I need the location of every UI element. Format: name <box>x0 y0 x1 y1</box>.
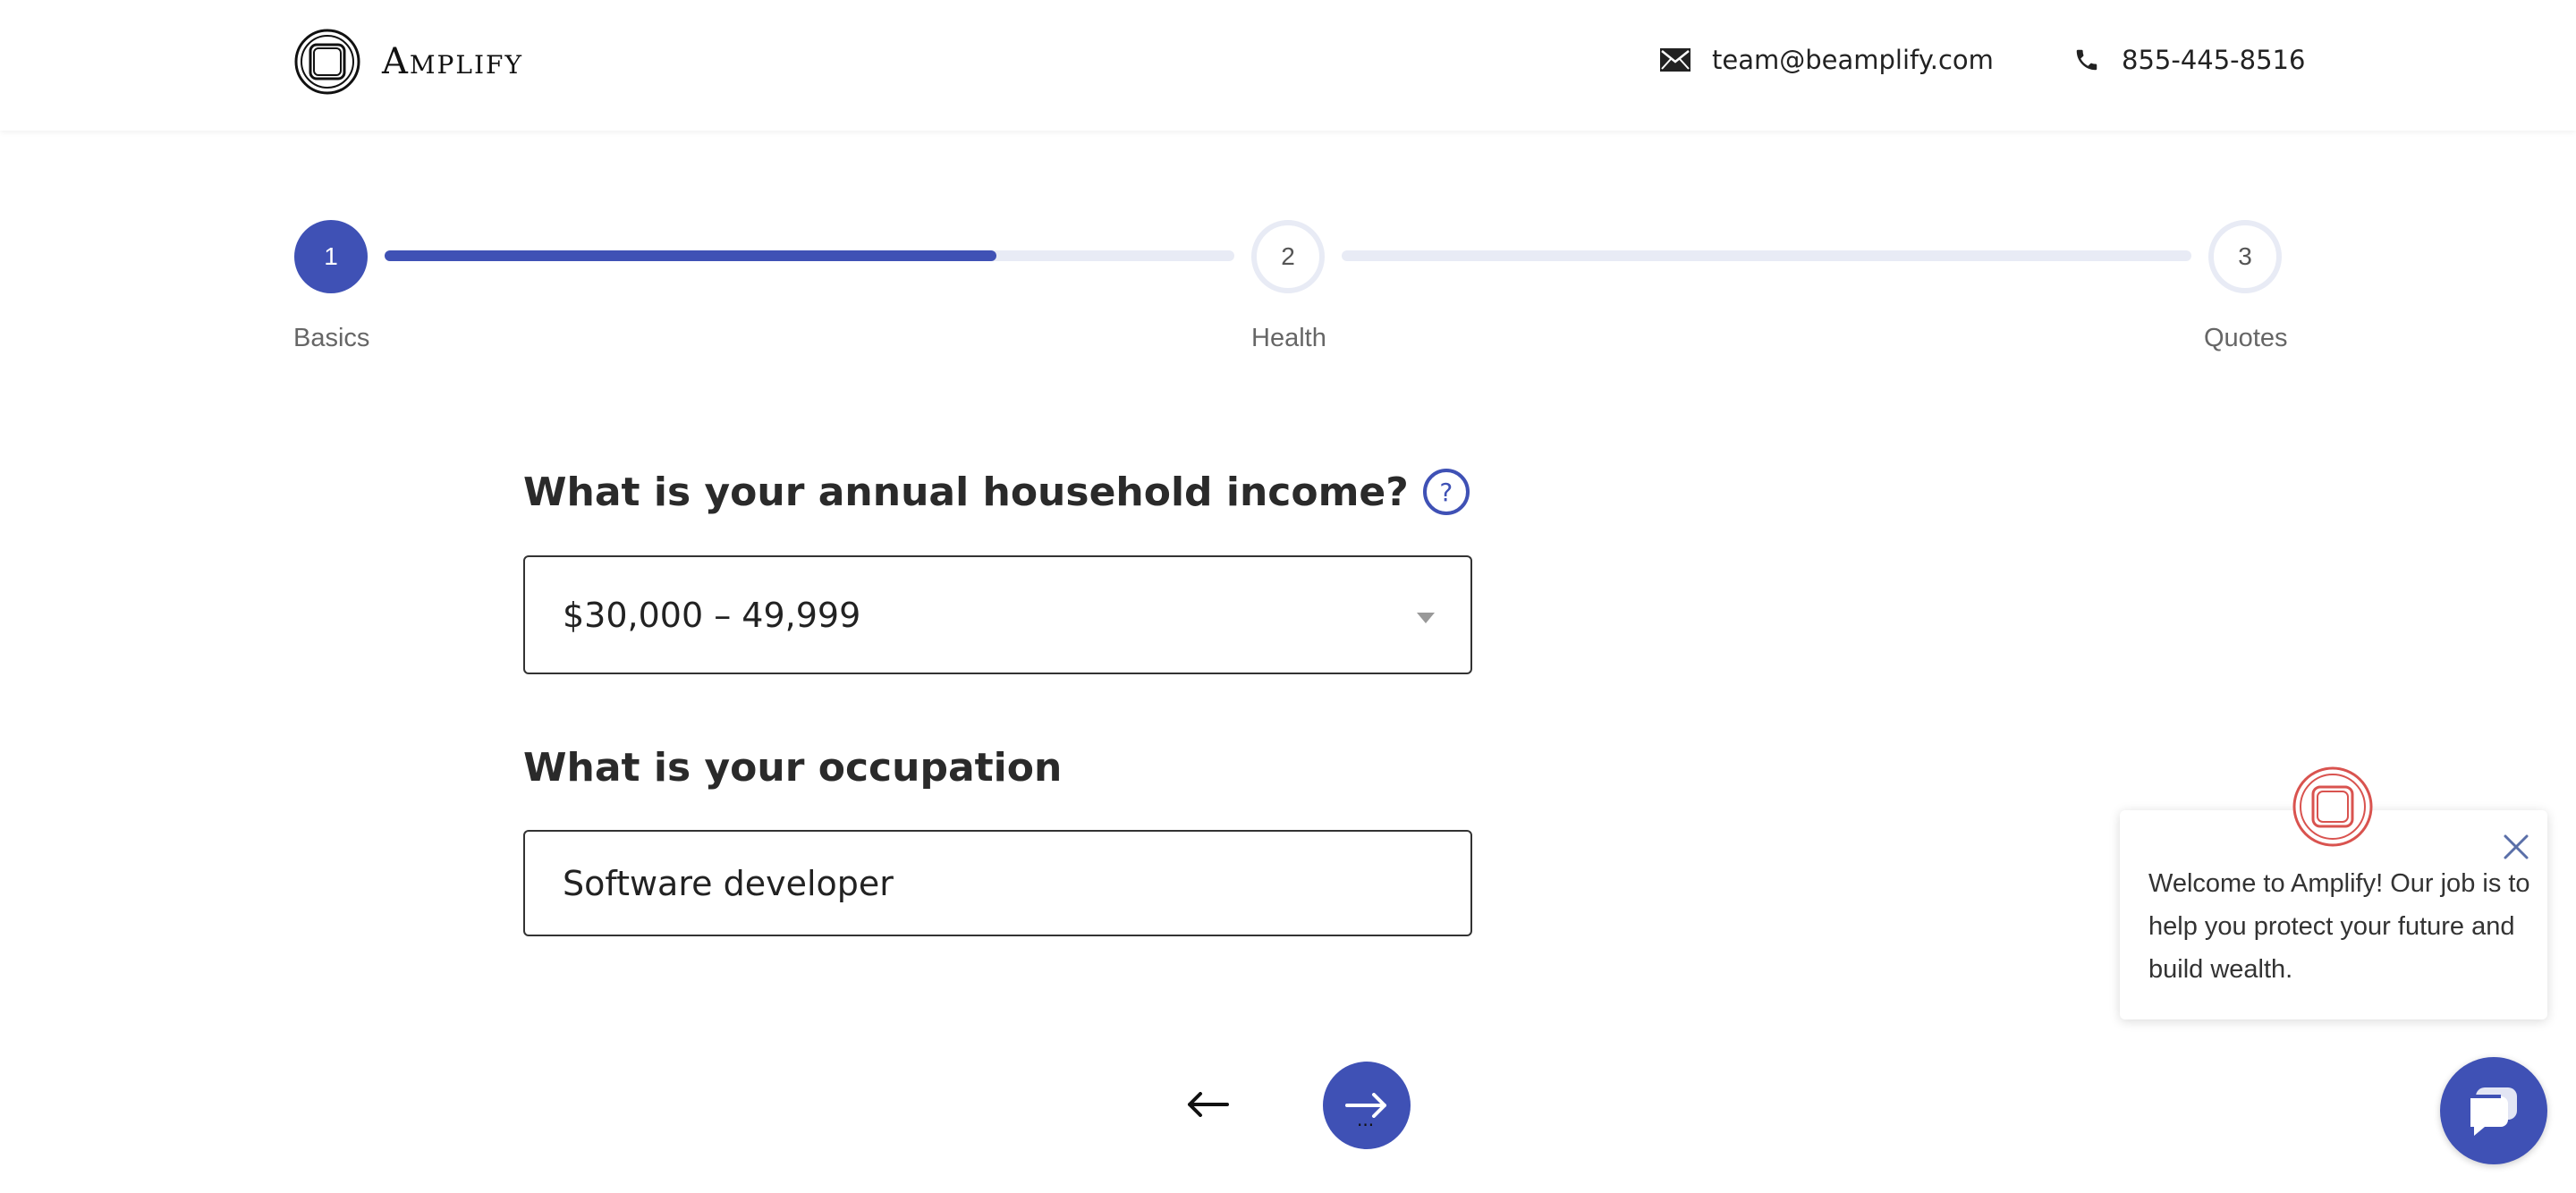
help-icon[interactable]: ? <box>1422 469 1470 515</box>
income-question: What is your annual household income? ? <box>523 469 1470 515</box>
step-2-label: Health <box>1251 324 1326 352</box>
income-select[interactable]: $30,000 – 49,999 <box>523 555 1472 674</box>
occupation-input-value: Software developer <box>563 863 894 903</box>
site-header: Amplify team@beamplify.com 855-445-8516 <box>0 0 2576 131</box>
income-selected-value: $30,000 – 49,999 <box>563 595 861 635</box>
arrow-left-icon <box>1188 1092 1229 1117</box>
help-icon-glyph: ? <box>1439 477 1453 507</box>
step-3-label: Quotes <box>2204 324 2288 352</box>
chat-avatar-logo-icon <box>2292 766 2373 847</box>
close-icon[interactable] <box>2503 833 2529 860</box>
brand-logo[interactable]: Amplify <box>294 29 523 95</box>
phone-icon <box>2076 49 2097 71</box>
chevron-down-icon <box>1417 613 1435 623</box>
chat-launcher-button[interactable] <box>2440 1057 2547 1164</box>
step-1-label: Basics <box>293 324 370 352</box>
contact-phone[interactable]: 855-445-8516 <box>2073 45 2305 75</box>
step-3-circle[interactable]: 3 <box>2208 220 2282 293</box>
progress-track-1 <box>385 250 1234 261</box>
back-button[interactable] <box>1181 1078 1234 1131</box>
email-address: team@beamplify.com <box>1712 45 1994 75</box>
occupation-input[interactable]: Software developer <box>523 830 1472 936</box>
occupation-question: What is your occupation <box>523 745 1062 791</box>
progress-track-2 <box>1342 250 2191 261</box>
phone-number: 855-445-8516 <box>2122 45 2306 75</box>
step-2-circle[interactable]: 2 <box>1251 220 1325 293</box>
step-1-circle[interactable]: 1 <box>294 220 368 293</box>
step-2-number: 2 <box>1281 242 1295 270</box>
chat-welcome-message: Welcome to Amplify! Our job is to help y… <box>2148 869 2530 984</box>
chat-bubble-icon <box>2467 1087 2517 1136</box>
amplify-logo-icon <box>294 29 360 95</box>
loading-indicator: ... <box>1357 1109 1375 1130</box>
envelope-icon <box>1660 48 1690 72</box>
occupation-question-text: What is your occupation <box>523 745 1063 791</box>
next-button[interactable] <box>1323 1062 1411 1149</box>
step-3-number: 3 <box>2238 242 2252 270</box>
progress-fill-1 <box>385 250 996 261</box>
income-question-text: What is your annual household income? <box>523 469 1409 515</box>
brand-name: Amplify <box>382 41 523 82</box>
contact-email[interactable]: team@beamplify.com <box>1660 45 1994 75</box>
step-1-number: 1 <box>324 242 338 270</box>
